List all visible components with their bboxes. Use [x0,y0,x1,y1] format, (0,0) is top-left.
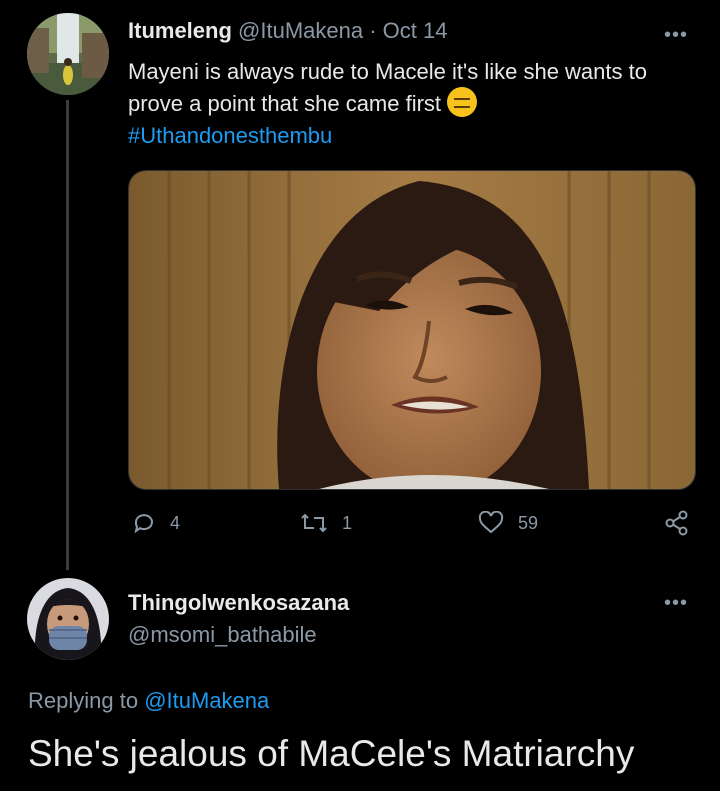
reply-author-handle[interactable]: @msomi_bathabile [128,622,317,648]
like-action[interactable]: 59 [478,511,538,535]
like-count: 59 [518,512,539,533]
avatar[interactable] [27,13,109,95]
retweet-count: 1 [342,512,353,533]
media-photo [129,171,695,489]
replying-to-line: Replying to @ItuMakena [28,688,269,714]
expressionless-face-icon [447,87,478,118]
tweet-body: Mayeni is always rude to Macele it's lik… [128,59,647,116]
replying-to-handle[interactable]: @ItuMakena [144,688,269,713]
heart-icon [478,511,504,534]
tweet-header: Itumeleng @ItuMakena · Oct 14 [128,18,447,44]
tweet-media-image[interactable] [128,170,696,490]
more-options-icon[interactable]: ••• [664,25,688,45]
author-handle[interactable]: @ItuMakena [238,18,363,43]
author-name[interactable]: Itumeleng [128,18,232,43]
separator-dot: · [369,18,377,43]
avatar-masked-person-image [27,578,109,660]
reply-action[interactable]: 4 [132,511,180,535]
share-action[interactable] [664,510,690,541]
tweet-text: Mayeni is always rude to Macele it's lik… [128,56,698,152]
retweet-action[interactable]: 1 [300,511,352,535]
share-icon [665,510,688,536]
reply-avatar[interactable] [27,578,109,660]
tweet-date[interactable]: Oct 14 [383,18,448,43]
thread-connector-line [66,100,69,570]
replying-to-label: Replying to [28,688,139,713]
retweet-icon [301,513,327,533]
reply-text: She's jealous of MaCele's Matriarchy [28,733,635,774]
reply-author-name[interactable]: Thingolwenkosazana [128,590,349,616]
reply-icon [134,514,153,534]
hashtag-link[interactable]: #Uthandonesthembu [128,123,332,148]
reply-more-options-icon[interactable]: ••• [664,593,688,613]
reply-count: 4 [170,512,181,533]
avatar-waterfall-image [27,13,109,95]
